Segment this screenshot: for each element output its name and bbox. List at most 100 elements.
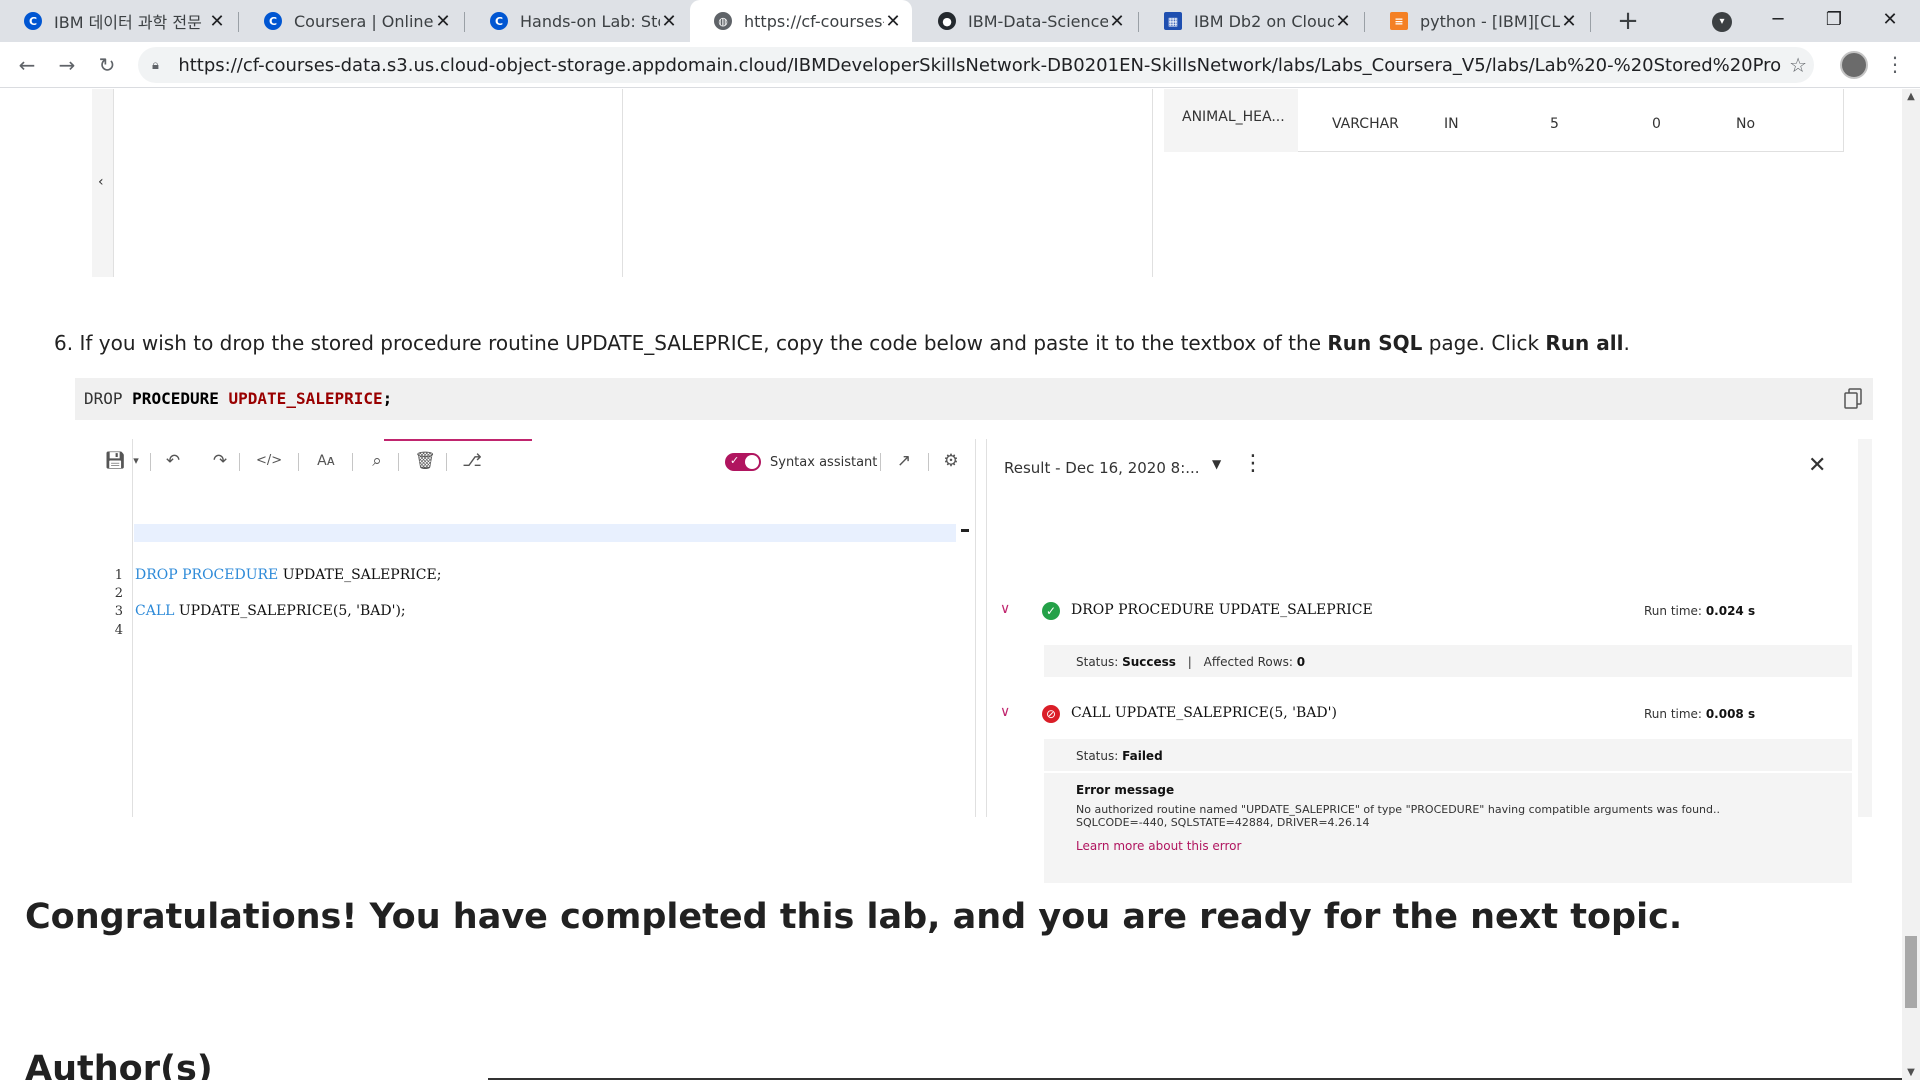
restore-button[interactable]: ❐: [1806, 0, 1862, 42]
code-identifier: UPDATE_SALEPRICE: [228, 389, 383, 408]
stackoverflow-icon: ≡: [1390, 12, 1408, 30]
step-text: If you wish to drop the stored procedure…: [79, 331, 1328, 355]
close-tab-icon[interactable]: ✕: [208, 11, 226, 32]
explain-plan-icon[interactable]: ⎇: [460, 449, 484, 473]
tab-search-icon[interactable]: ▾: [1712, 12, 1732, 32]
code-line[interactable]: DROP PROCEDURE UPDATE_SALEPRICE;: [135, 567, 441, 583]
run-all-label: Run all: [1545, 331, 1624, 355]
url-text[interactable]: https://cf-courses-data.s3.us.cloud-obje…: [178, 55, 1782, 76]
result-status-box: Status: Success | Affected Rows: 0: [1044, 645, 1852, 677]
tab-title: Hands-on Lab: Stored: [520, 11, 660, 31]
status-label: Status:: [1076, 749, 1119, 763]
affected-rows-label: Affected Rows:: [1203, 655, 1293, 669]
tab-coursera[interactable]: C Coursera | Online Co ✕: [240, 0, 462, 42]
tab-cf-courses[interactable]: ◍ https://cf-courses-dat ✕: [690, 0, 912, 42]
settings-icon[interactable]: ⚙: [939, 449, 963, 473]
tab-github[interactable]: ● IBM-Data-Science/Da ✕: [914, 0, 1136, 42]
lock-icon[interactable]: 🔒︎: [152, 58, 164, 73]
close-icon[interactable]: ✕: [1808, 453, 1826, 478]
code-format-icon[interactable]: </>: [256, 449, 282, 473]
syntax-assistant-label: Syntax assistant: [770, 455, 878, 470]
bookmark-star-icon[interactable]: ☆: [1782, 53, 1814, 77]
undo-icon[interactable]: ↶: [161, 449, 185, 473]
scroll-up-icon[interactable]: ▲: [1902, 91, 1920, 102]
close-tab-icon[interactable]: ✕: [660, 11, 678, 32]
chevron-left-icon: ‹: [98, 174, 104, 190]
tab-title: IBM-Data-Science/Da: [968, 11, 1108, 31]
profile-avatar[interactable]: [1840, 51, 1868, 79]
learn-more-link[interactable]: Learn more about this error: [1076, 839, 1852, 853]
code-block: DROP PROCEDURE UPDATE_SALEPRICE;: [75, 378, 1873, 420]
chevron-down-icon[interactable]: ▼: [1212, 457, 1221, 471]
congrats-heading: Congratulations! You have completed this…: [25, 897, 1683, 937]
run-time-label: Run time:: [1644, 707, 1702, 721]
tab-stackoverflow[interactable]: ≡ python - [IBM][CLI Dr ✕: [1366, 0, 1588, 42]
find-icon[interactable]: ⌕: [365, 449, 389, 473]
step-text-end: .: [1623, 331, 1630, 355]
chevron-down-icon[interactable]: ∨: [1000, 601, 1010, 617]
close-window-button[interactable]: ✕: [1862, 0, 1918, 42]
close-tab-icon[interactable]: ✕: [1560, 11, 1578, 32]
run-time-value: 0.024 s: [1705, 604, 1756, 618]
line-number: 1: [114, 568, 123, 583]
status-value: Success: [1122, 655, 1176, 669]
new-tab-button[interactable]: +: [1612, 6, 1644, 38]
chevron-down-icon[interactable]: ▾: [124, 449, 148, 473]
redo-icon[interactable]: ↷: [208, 449, 232, 473]
scrollbar-thumb[interactable]: [1905, 936, 1917, 1008]
close-tab-icon[interactable]: ✕: [1334, 11, 1352, 32]
close-tab-icon[interactable]: ✕: [1108, 11, 1126, 32]
tab-db2[interactable]: ▦ IBM Db2 on Cloud ✕: [1140, 0, 1362, 42]
close-tab-icon[interactable]: ✕: [884, 11, 902, 32]
table-cell: VARCHAR: [1332, 116, 1399, 132]
tab-ibm-data-science[interactable]: C IBM 데이터 과학 전문 ✕: [0, 0, 236, 42]
table-cell: No: [1736, 116, 1756, 132]
status-value: Failed: [1122, 749, 1163, 763]
result-selector[interactable]: Result - Dec 16, 2020 8:...: [1004, 459, 1200, 477]
copy-icon[interactable]: [1843, 388, 1863, 410]
tab-hands-on-lab[interactable]: C Hands-on Lab: Stored ✕: [466, 0, 688, 42]
line-number: 2: [114, 586, 123, 601]
page-content: ‹ ANIMAL_HEA... VARCHAR IN 5 0 No 6. If …: [0, 89, 1902, 1080]
tab-title: IBM 데이터 과학 전문: [54, 13, 202, 32]
syntax-assistant-toggle[interactable]: ✓: [725, 453, 761, 471]
check-icon: ✓: [730, 454, 740, 467]
tab-title: IBM Db2 on Cloud: [1194, 11, 1334, 31]
url-input[interactable]: 🔒︎ https://cf-courses-data.s3.us.cloud-o…: [138, 47, 1814, 83]
reload-icon[interactable]: ↻: [92, 50, 122, 80]
coursera-icon: C: [490, 12, 508, 30]
sql-keyword: CALL: [135, 603, 175, 619]
run-time-value: 0.008 s: [1705, 707, 1756, 721]
chevron-down-icon[interactable]: ∨: [1000, 704, 1010, 720]
forward-icon[interactable]: →: [52, 50, 82, 80]
scroll-down-icon[interactable]: ▼: [1902, 1067, 1920, 1078]
error-message-box: Error message No authorized routine name…: [1044, 773, 1852, 883]
minimize-button[interactable]: ─: [1750, 0, 1806, 42]
table-cell: 0: [1652, 116, 1661, 132]
browser-menu-icon[interactable]: ⋮: [1880, 50, 1910, 80]
code-terminator: ;: [382, 389, 393, 408]
page-scrollbar[interactable]: ▲ ▼: [1902, 89, 1920, 1080]
address-bar: ← → ↻ 🔒︎ https://cf-courses-data.s3.us.c…: [0, 42, 1920, 88]
trash-icon[interactable]: 🗑︎: [413, 449, 437, 473]
resize-handle[interactable]: [961, 529, 969, 532]
sql-text: UPDATE_SALEPRICE(5, 'BAD');: [174, 603, 406, 619]
sql-keyword: DROP PROCEDURE: [135, 567, 279, 583]
back-icon[interactable]: ←: [12, 50, 42, 80]
tab-title: https://cf-courses-dat: [744, 11, 884, 31]
expand-icon[interactable]: ↗: [892, 449, 916, 473]
table-cell: ANIMAL_HEA...: [1182, 109, 1285, 125]
close-tab-icon[interactable]: ✕: [434, 11, 452, 32]
more-options-icon[interactable]: ⋮: [1242, 453, 1264, 475]
sidebar-collapse-strip: ‹: [92, 89, 114, 277]
tab-title: Coursera | Online Co: [294, 11, 434, 31]
font-size-icon[interactable]: Aᴀ: [314, 449, 338, 473]
code-text[interactable]: DROP PROCEDURE UPDATE_SALEPRICE;: [84, 389, 392, 408]
step-6-instruction: 6. If you wish to drop the stored proced…: [54, 331, 1630, 355]
run-time: Run time: 0.024 s: [1644, 604, 1755, 618]
code-line[interactable]: CALL UPDATE_SALEPRICE(5, 'BAD');: [135, 603, 406, 619]
author-heading: Author(s): [25, 1049, 213, 1080]
code-keyword: DROP: [84, 389, 123, 408]
success-icon: ✓: [1042, 602, 1060, 620]
step-text-mid: page. Click: [1422, 331, 1546, 355]
